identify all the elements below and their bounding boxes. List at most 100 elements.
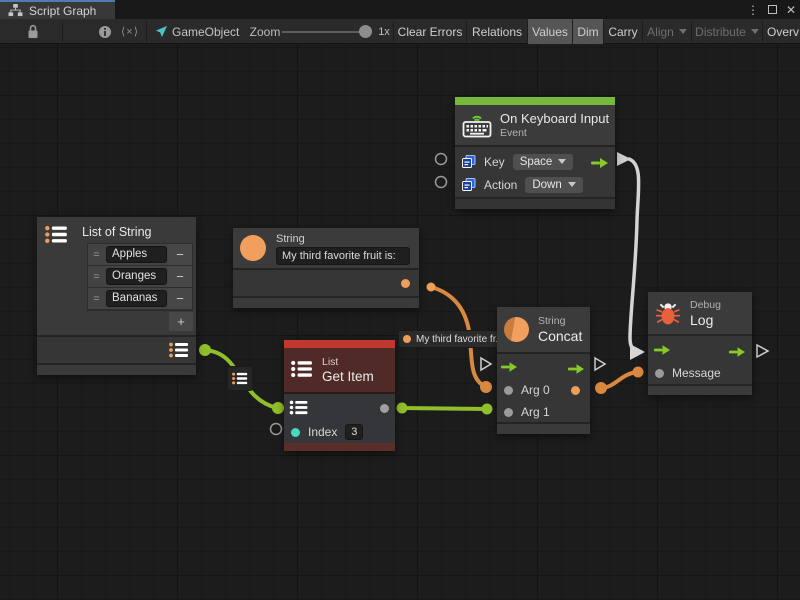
code-preview-icon[interactable]: ⟨×⟩ xyxy=(112,19,148,44)
wire-value-badge-string: My third favorite fr... xyxy=(398,330,512,348)
remove-item-button[interactable]: − xyxy=(168,266,192,287)
node-category: String xyxy=(538,315,582,327)
overview-button[interactable]: Overv xyxy=(763,19,800,44)
toolbar-separator xyxy=(62,21,63,42)
key-dropdown[interactable]: Space xyxy=(513,154,574,170)
list-icon xyxy=(291,360,313,381)
wire-value-preview: My third favorite fr... xyxy=(416,334,504,345)
caret-down-icon xyxy=(751,29,759,34)
lock-icon[interactable] xyxy=(20,19,46,44)
zoom-value: 1x xyxy=(375,19,393,44)
carry-button[interactable]: Carry xyxy=(604,19,642,44)
node-on-keyboard-input[interactable]: On Keyboard Input Event Key Space xyxy=(455,97,615,209)
arg1-label: Arg 1 xyxy=(521,405,550,419)
gameobject-icon xyxy=(152,19,170,44)
list-item-row: = Apples − xyxy=(88,244,192,266)
event-green-bar xyxy=(455,97,615,105)
clear-errors-button[interactable]: Clear Errors xyxy=(394,19,466,44)
flow-output-port[interactable] xyxy=(568,363,584,377)
key-port-label: Key xyxy=(484,155,505,169)
arg1-input-port[interactable] xyxy=(504,408,513,417)
item-output-port[interactable] xyxy=(380,404,389,413)
node-debug-log[interactable]: Debug Log Message xyxy=(648,292,752,395)
node-footer xyxy=(37,365,196,375)
string-type-dot-icon xyxy=(403,335,411,343)
drag-handle-icon[interactable]: = xyxy=(88,266,105,287)
node-category: Debug xyxy=(690,299,721,311)
caret-down-icon xyxy=(568,182,576,187)
message-input-port[interactable] xyxy=(655,369,664,378)
drag-handle-icon[interactable]: = xyxy=(88,244,105,265)
node-title: Concat xyxy=(538,328,582,344)
node-category: List xyxy=(322,356,374,368)
list-icon xyxy=(45,225,68,247)
node-title: Get Item xyxy=(322,369,374,384)
error-red-bar xyxy=(284,340,395,348)
message-label: Message xyxy=(672,366,721,380)
flow-input-port[interactable] xyxy=(501,361,517,375)
drag-handle-icon[interactable]: = xyxy=(88,288,105,309)
script-graph-window: Script Graph ⋮ ✕ ⟨×⟩ GameObject Zoom xyxy=(0,0,800,600)
flow-input-port[interactable] xyxy=(654,344,670,358)
remove-item-button[interactable]: − xyxy=(168,288,192,309)
node-list-of-string[interactable]: List of String = Apples − = Oranges − = … xyxy=(37,217,196,375)
list-icon xyxy=(232,372,248,385)
trigger-output-port[interactable] xyxy=(591,157,608,171)
node-footer xyxy=(648,386,752,395)
list-item-field[interactable]: Bananas xyxy=(106,290,167,307)
node-footer xyxy=(455,199,615,209)
add-item-button[interactable]: + xyxy=(169,312,193,331)
node-concat[interactable]: String Concat Arg 0 Arg 1 xyxy=(497,307,590,434)
list-item-row: = Oranges − xyxy=(88,266,192,288)
index-input-port[interactable] xyxy=(291,428,300,437)
remove-item-button[interactable]: − xyxy=(168,244,192,265)
graph-toolbar: ⟨×⟩ GameObject Zoom 1x Clear Errors Rela… xyxy=(0,19,800,44)
values-button[interactable]: Values xyxy=(528,19,572,44)
bug-icon xyxy=(655,300,681,326)
action-port-label: Action xyxy=(484,178,517,192)
distribute-button[interactable]: Distribute xyxy=(692,19,762,44)
arg0-input-port[interactable] xyxy=(504,386,513,395)
title-bar: Script Graph ⋮ ✕ xyxy=(0,0,800,19)
string-value-input[interactable]: My third favorite fruit is: xyxy=(276,247,410,265)
index-value-input[interactable]: 3 xyxy=(345,424,363,440)
menu-icon[interactable]: ⋮ xyxy=(747,4,759,16)
node-footer xyxy=(284,443,395,451)
relations-button[interactable]: Relations xyxy=(467,19,527,44)
maximize-icon[interactable] xyxy=(768,5,777,14)
align-button[interactable]: Align xyxy=(643,19,691,44)
node-subtitle: Event xyxy=(500,127,609,139)
arg0-label: Arg 0 xyxy=(521,383,550,397)
string-type-icon xyxy=(504,317,529,342)
tab-script-graph[interactable]: Script Graph xyxy=(0,0,115,19)
zoom-label: Zoom xyxy=(248,19,282,44)
close-icon[interactable]: ✕ xyxy=(786,4,796,16)
list-item-row: = Bananas − xyxy=(88,288,192,310)
list-item-field[interactable]: Apples xyxy=(106,246,167,263)
string-output-port[interactable] xyxy=(401,279,410,288)
node-get-item[interactable]: List Get Item Index 3 xyxy=(284,340,395,451)
keyboard-icon xyxy=(462,112,492,138)
target-gameobject-label[interactable]: GameObject xyxy=(172,19,242,44)
window-controls: ⋮ ✕ xyxy=(747,0,798,19)
keybinding-icon xyxy=(462,178,476,192)
list-output-port[interactable] xyxy=(168,342,190,361)
zoom-slider[interactable] xyxy=(282,31,360,33)
string-type-icon xyxy=(240,235,266,261)
index-label: Index xyxy=(308,425,337,439)
node-title: String xyxy=(276,233,415,245)
tab-title: Script Graph xyxy=(29,4,96,18)
node-title: On Keyboard Input xyxy=(500,111,609,126)
graph-hierarchy-icon xyxy=(8,4,23,17)
node-string-literal[interactable]: String My third favorite fruit is: xyxy=(233,228,419,308)
list-item-field[interactable]: Oranges xyxy=(106,268,167,285)
node-title: Log xyxy=(690,312,721,328)
zoom-slider-knob[interactable] xyxy=(359,25,372,38)
result-output-port[interactable] xyxy=(571,386,580,395)
list-input-port[interactable] xyxy=(289,400,309,418)
flow-output-port[interactable] xyxy=(729,346,745,360)
keybinding-icon xyxy=(462,155,476,169)
node-footer xyxy=(497,422,590,434)
dim-button[interactable]: Dim xyxy=(573,19,603,44)
action-dropdown[interactable]: Down xyxy=(525,177,582,193)
